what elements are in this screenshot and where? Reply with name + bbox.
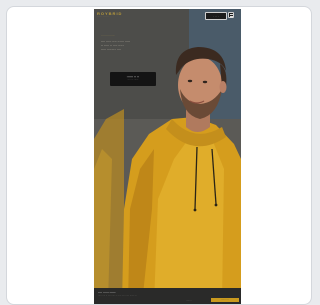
hero-headline-line: ····· ········ ···· bbox=[101, 48, 121, 52]
top-bar: ROYBRID ··········· · · · · bbox=[94, 9, 241, 23]
cookie-title: ···· ······ ······ bbox=[98, 290, 116, 294]
logo-subtext: ··········· bbox=[97, 16, 110, 18]
hero-image bbox=[94, 9, 241, 304]
preview-card: ROYBRID ··········· · · · · ··· ····· ··… bbox=[6, 6, 312, 305]
cookie-settings-link[interactable]: ······· bbox=[186, 299, 192, 302]
mobile-page-preview: ROYBRID ··········· · · · · ··· ····· ··… bbox=[94, 9, 241, 304]
cookie-text: ···· ····· ·· ····· ···· ·· ····· ···· ·… bbox=[98, 295, 137, 297]
cta-label: ······ ·· ·· bbox=[126, 75, 140, 79]
hero-kicker: ··· ····· ······ bbox=[101, 34, 115, 37]
hero-cta-button[interactable]: ······ ·· ·· ···· ··· ······ bbox=[110, 72, 156, 86]
hero-text-block: ··· ····· ······ ···· ····· ···· ······ … bbox=[101, 34, 167, 52]
cookie-accept-button[interactable]: ······ ··· bbox=[211, 298, 239, 302]
cta-sublabel: ···· ··· ······ bbox=[127, 79, 139, 81]
brand-logo[interactable]: ROYBRID ··········· bbox=[97, 12, 123, 19]
cookie-banner: ···· ······ ······ ···· ····· ·· ····· ·… bbox=[94, 288, 241, 304]
hamburger-menu-icon[interactable] bbox=[228, 12, 234, 18]
header-button[interactable]: · · · · bbox=[205, 12, 227, 20]
